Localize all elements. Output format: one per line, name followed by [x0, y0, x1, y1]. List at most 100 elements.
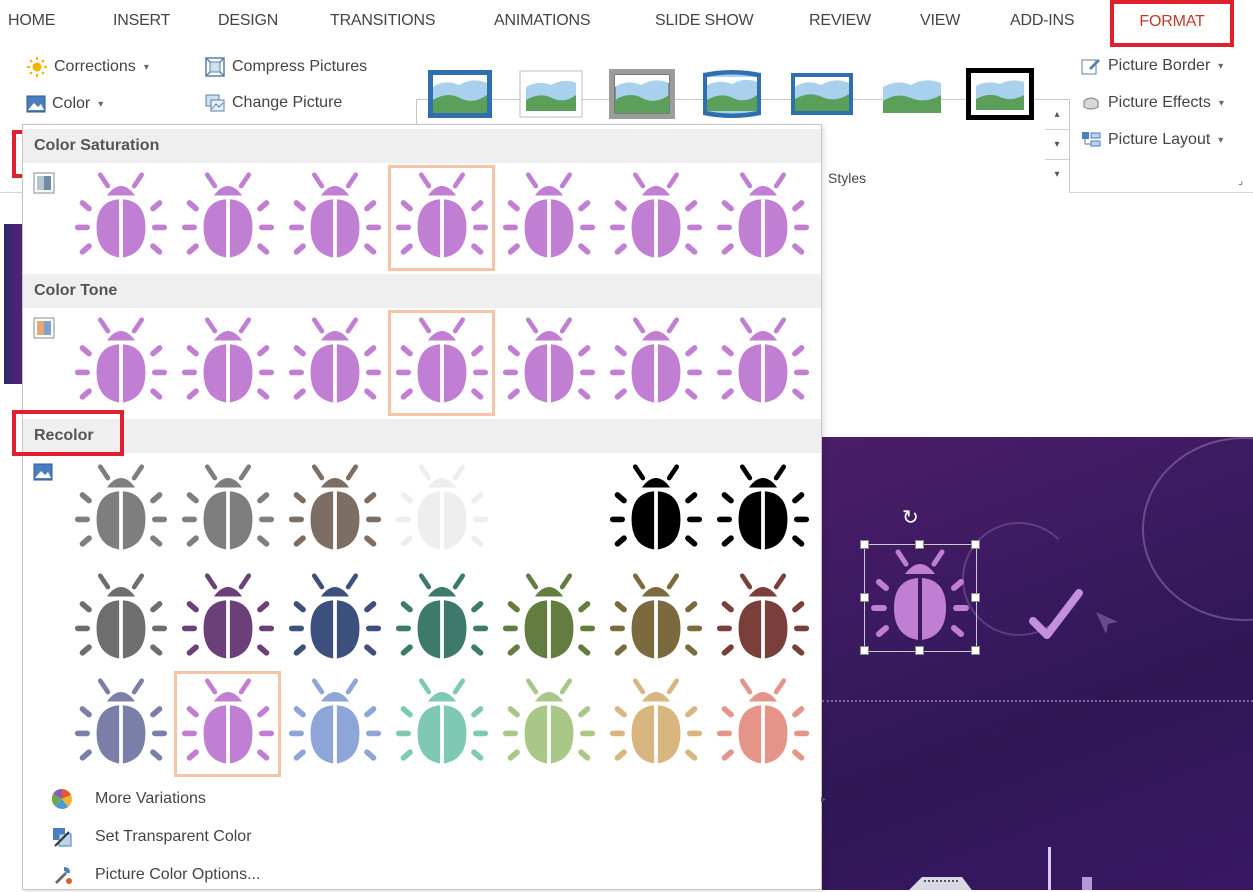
- pencil-icon: [1081, 59, 1100, 75]
- style-thumbnail[interactable]: [516, 67, 586, 121]
- swatch-light-blue-gray[interactable]: [67, 671, 174, 777]
- transparent-color-icon: [53, 828, 72, 847]
- swatch-light-green[interactable]: [495, 671, 602, 777]
- resize-handle[interactable]: [971, 646, 980, 655]
- style-thumbnail[interactable]: [697, 67, 767, 121]
- swatch-saturation-400[interactable]: [709, 165, 816, 271]
- style-thumbnail[interactable]: [965, 67, 1035, 121]
- bug-icon: [716, 172, 809, 258]
- style-thumbnail[interactable]: [877, 67, 947, 121]
- bug-icon: [181, 317, 274, 403]
- tab-slide-show[interactable]: SLIDE SHOW: [655, 12, 754, 30]
- rotate-handle-icon[interactable]: ↻: [902, 505, 919, 530]
- style-thumbnail[interactable]: [425, 67, 495, 121]
- picture-border-button[interactable]: Picture Border ▾: [1080, 56, 1223, 76]
- chevron-down-icon: ▾: [1218, 60, 1224, 72]
- recolor-highlight: [12, 410, 124, 456]
- swatch-dark-teal[interactable]: [388, 566, 495, 672]
- bug-icon: [288, 172, 381, 258]
- chevron-down-icon: ▾: [98, 98, 104, 110]
- tab-insert[interactable]: INSERT: [113, 12, 170, 30]
- swatch-light-blue[interactable]: [281, 671, 388, 777]
- picture-effects-button[interactable]: Picture Effects ▾: [1080, 93, 1224, 113]
- swatch-sepia[interactable]: [281, 457, 388, 563]
- color-button[interactable]: Color ▾: [26, 94, 103, 114]
- swatch-saturation-300[interactable]: [602, 165, 709, 271]
- slide: ↻: [822, 437, 1253, 890]
- swatch-light-salmon[interactable]: [709, 671, 816, 777]
- swatch-dark-green[interactable]: [495, 566, 602, 672]
- bug-icon: [181, 573, 274, 659]
- swatch-dark-purple[interactable]: [174, 566, 281, 672]
- swatch-black-and-white-50[interactable]: [709, 457, 816, 563]
- swatch-dark-blue[interactable]: [281, 566, 388, 672]
- bug-icon: [181, 678, 274, 764]
- swatch-dark-olive[interactable]: [602, 566, 709, 672]
- picture-layout-button[interactable]: Picture Layout ▾: [1080, 130, 1223, 150]
- swatch-light-tan[interactable]: [602, 671, 709, 777]
- picture-color-options-item[interactable]: Picture Color Options...: [51, 858, 831, 892]
- bug-icon: [181, 464, 274, 550]
- tab-view[interactable]: VIEW: [920, 12, 960, 30]
- bug-icon: [395, 464, 488, 550]
- swatch-light-purple[interactable]: [174, 671, 281, 777]
- swatch-saturation-100[interactable]: [388, 165, 495, 271]
- swatch-saturation-200[interactable]: [495, 165, 602, 271]
- resize-handle[interactable]: [971, 540, 980, 549]
- swatch-washout[interactable]: [388, 457, 495, 563]
- more-variations-item[interactable]: More Variations ▸: [51, 782, 831, 816]
- bug-icon: [74, 573, 167, 659]
- set-transparent-color-item[interactable]: Set Transparent Color: [51, 820, 831, 854]
- corrections-button[interactable]: Corrections ▾: [26, 56, 149, 78]
- tab-add-ins[interactable]: ADD-INS: [1010, 12, 1075, 30]
- swatch-dark-gray[interactable]: [67, 566, 174, 672]
- swatch-temperature-5900[interactable]: [281, 310, 388, 416]
- tab-design[interactable]: DESIGN: [218, 12, 278, 30]
- bug-icon: [716, 573, 809, 659]
- dialog-launcher-icon[interactable]: ⌟: [1238, 174, 1243, 187]
- gallery-scroll-down[interactable]: ▾: [1045, 130, 1069, 160]
- more-variations-label: More Variations: [95, 790, 206, 807]
- tab-format[interactable]: FORMAT: [1114, 13, 1230, 31]
- bug-icon: [609, 172, 702, 258]
- swatch-saturation-0[interactable]: [67, 165, 174, 271]
- swatch-saturation-33[interactable]: [174, 165, 281, 271]
- compress-pictures-button[interactable]: Compress Pictures: [204, 56, 367, 78]
- swatch-dark-red[interactable]: [709, 566, 816, 672]
- picture-effects-label: Picture Effects: [1108, 94, 1211, 111]
- swatch-grayscale[interactable]: [67, 457, 174, 563]
- change-picture-label: Change Picture: [232, 94, 343, 111]
- color-tone-header: Color Tone: [23, 274, 821, 308]
- ribbon-tab-bar: HOME INSERT DESIGN TRANSITIONS ANIMATION…: [0, 0, 1253, 52]
- swatch-saturation-66[interactable]: [281, 165, 388, 271]
- bug-icon: [395, 317, 488, 403]
- swatch-temperature-8800[interactable]: [709, 310, 816, 416]
- checkmark-icon: [1029, 589, 1083, 639]
- change-picture-button[interactable]: Change Picture: [204, 92, 342, 114]
- swatch-temperature-5300[interactable]: [174, 310, 281, 416]
- swatch-grayscale-light[interactable]: [174, 457, 281, 563]
- tab-review[interactable]: REVIEW: [809, 12, 871, 30]
- set-transparent-color-label: Set Transparent Color: [95, 828, 252, 845]
- bug-icon: [502, 317, 595, 403]
- swatch-temperature-7800[interactable]: [602, 310, 709, 416]
- style-thumbnail[interactable]: [607, 67, 677, 121]
- layout-icon: [1082, 132, 1101, 147]
- bug-icon: [395, 172, 488, 258]
- swatch-temperature-7200[interactable]: [495, 310, 602, 416]
- resize-handle[interactable]: [971, 593, 980, 602]
- gallery-expand[interactable]: ▾: [1045, 160, 1069, 189]
- gallery-scroll-up[interactable]: ▴: [1045, 100, 1069, 130]
- chevron-down-icon: ▾: [143, 61, 149, 73]
- bug-icon: [716, 678, 809, 764]
- swatch-light-teal[interactable]: [388, 671, 495, 777]
- tab-animations[interactable]: ANIMATIONS: [494, 12, 591, 30]
- swatch-black-and-white-25[interactable]: [602, 457, 709, 563]
- swatch-temperature-6500[interactable]: [388, 310, 495, 416]
- tab-transitions[interactable]: TRANSITIONS: [330, 12, 436, 30]
- swatch-temperature-4700[interactable]: [67, 310, 174, 416]
- bug-icon: [288, 464, 381, 550]
- tab-home[interactable]: HOME: [8, 12, 55, 30]
- style-thumbnail[interactable]: [787, 67, 857, 121]
- recolor-icon: [33, 463, 53, 481]
